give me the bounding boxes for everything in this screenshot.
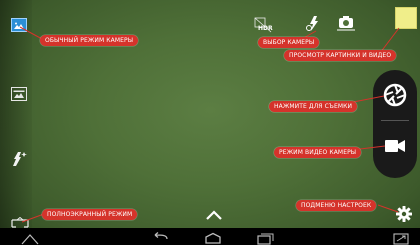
mode-sidebar (0, 0, 32, 228)
switch-camera-icon[interactable] (336, 14, 356, 32)
callout-video-mode: РЕЖИМ ВИДЕО КАМЕРЫ (274, 147, 362, 158)
callout-camera-select: ВЫБОР КАМЕРЫ (258, 37, 320, 48)
back-icon[interactable] (150, 230, 170, 243)
video-camera-icon (385, 140, 405, 152)
callout-fullscreen-mode: ПОЛНОЭКРАННЫЙ РЕЖИМ (42, 209, 138, 220)
shutter-icon (383, 83, 407, 107)
callout-take-photo: НАЖМИТЕ ДЛЯ СЪЕМКИ (269, 101, 358, 112)
panel-divider (381, 120, 409, 121)
gallery-thumbnail[interactable] (395, 7, 417, 29)
hdr-icon[interactable]: HDR (254, 17, 273, 33)
video-mode-button[interactable] (373, 122, 417, 170)
flash-auto-icon[interactable] (306, 15, 322, 33)
hdr-label: HDR (258, 25, 273, 32)
callout-settings-menu: ПОДМЕНЮ НАСТРОЕК (296, 200, 377, 211)
effects-mode-icon[interactable] (10, 150, 30, 168)
shutter-button[interactable] (373, 70, 417, 120)
callout-normal-mode: ОБЫЧНЫЙ РЕЖИМ КАМЕРЫ (40, 35, 139, 46)
camera-mode-icon[interactable] (11, 18, 27, 32)
panorama-mode-icon[interactable] (11, 87, 27, 101)
chevron-up-icon[interactable] (204, 207, 224, 221)
callout-preview: ПРОСМОТР КАРТИНКИ И ВИДЕО (284, 50, 397, 61)
gear-icon[interactable] (395, 205, 413, 223)
home-icon[interactable] (203, 230, 223, 244)
triangle-icon[interactable] (18, 230, 42, 245)
recents-icon[interactable] (255, 230, 275, 245)
screenshot-icon[interactable] (392, 230, 410, 245)
